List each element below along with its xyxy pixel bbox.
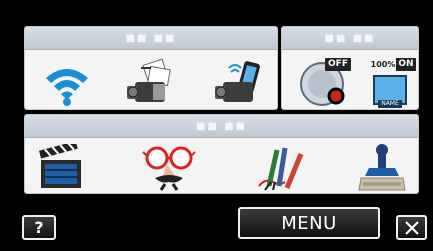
creative-panel-header: ■■ ■■ [25,115,418,138]
on-badge: ON [398,59,414,69]
name-label: NAME [381,100,399,107]
camera-to-computer-icon[interactable] [123,58,175,108]
creative-panel: ■■ ■■ [24,114,419,194]
connect-panel-title: ■■ ■■ [125,32,177,44]
help-button-label: ? [34,218,44,237]
close-button[interactable] [396,215,427,240]
settings-panel-header: ■■ ■■ [282,27,418,50]
creative-icon-row [25,138,418,193]
menu-button[interactable]: MENU [238,207,380,239]
name-display-on-icon[interactable]: 100% ON NAME [370,56,418,109]
camera-to-smartphone-icon[interactable] [211,58,263,108]
percent-label: 100% [370,60,396,69]
off-badge: OFF [328,59,348,69]
wifi-icon[interactable] [43,62,91,108]
disguise-glasses-icon[interactable] [141,144,197,192]
connect-panel-header: ■■ ■■ [25,27,277,50]
clapperboard-icon[interactable] [37,140,85,190]
menu-button-label: MENU [281,212,337,234]
lens-off-icon[interactable]: OFF [298,56,354,109]
settings-panel-title: ■■ ■■ [324,32,376,44]
connect-icon-row [25,50,277,109]
settings-panel: ■■ ■■ OFF 100% ON NAME [281,26,419,110]
connect-panel: ■■ ■■ [24,26,278,110]
settings-icon-row: OFF 100% ON NAME [282,50,418,109]
help-button[interactable]: ? [22,215,56,240]
stamp-icon[interactable] [357,142,407,193]
drawing-pencils-icon[interactable] [251,142,305,193]
close-icon [404,220,419,235]
creative-panel-title: ■■ ■■ [196,120,247,132]
